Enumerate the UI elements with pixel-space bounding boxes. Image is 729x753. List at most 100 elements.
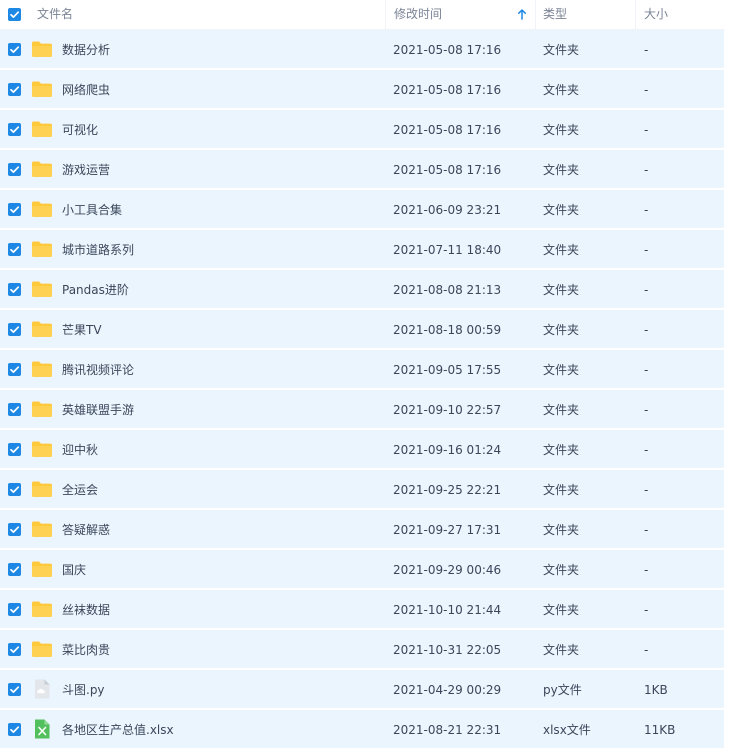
file-name[interactable]: 各地区生产总值.xlsx [62, 710, 174, 748]
file-row[interactable]: 腾讯视频评论 2021-09-05 17:55 文件夹 - [0, 350, 724, 390]
modified-time: 2021-05-08 17:16 [393, 163, 502, 177]
file-name[interactable]: 游戏运营 [62, 150, 110, 188]
file-size: 11KB [644, 723, 676, 737]
check-icon [10, 646, 20, 653]
modified-time: 2021-05-08 17:16 [393, 123, 502, 137]
file-name[interactable]: 菜比肉贵 [62, 630, 110, 668]
file-row[interactable]: 国庆 2021-09-29 00:46 文件夹 - [0, 550, 724, 590]
row-checkbox[interactable] [8, 643, 21, 656]
header-size[interactable]: 大小 [635, 0, 725, 29]
folder-icon [32, 201, 52, 217]
modified-time: 2021-09-25 22:21 [393, 483, 502, 497]
header-time-label: 修改时间 [394, 7, 443, 21]
modified-time: 2021-09-16 01:24 [393, 443, 502, 457]
check-icon [10, 326, 20, 333]
file-type: 文件夹 [543, 603, 580, 617]
modified-time: 2021-09-29 00:46 [393, 563, 502, 577]
row-checkbox[interactable] [8, 363, 21, 376]
folder-icon [32, 161, 52, 177]
file-row[interactable]: 丝袜数据 2021-10-10 21:44 文件夹 - [0, 590, 724, 630]
modified-time: 2021-08-21 22:31 [393, 723, 502, 737]
file-type: 文件夹 [543, 83, 580, 97]
file-row[interactable]: 小工具合集 2021-06-09 23:21 文件夹 - [0, 190, 724, 230]
check-icon [10, 46, 20, 53]
file-size: - [644, 563, 649, 577]
file-name[interactable]: 答疑解惑 [62, 510, 110, 548]
file-row[interactable]: 全运会 2021-09-25 22:21 文件夹 - [0, 470, 724, 510]
file-size: - [644, 443, 649, 457]
modified-time: 2021-09-27 17:31 [393, 523, 502, 537]
check-icon [10, 606, 20, 613]
file-name[interactable]: 斗图.py [62, 670, 105, 708]
select-all-checkbox[interactable] [8, 8, 21, 21]
file-size: - [644, 483, 649, 497]
row-checkbox[interactable] [8, 203, 21, 216]
file-name[interactable]: 数据分析 [62, 30, 110, 68]
file-name[interactable]: 腾讯视频评论 [62, 350, 134, 388]
file-row[interactable]: 可视化 2021-05-08 17:16 文件夹 - [0, 110, 724, 150]
header-type-label: 类型 [543, 7, 568, 21]
file-row[interactable]: 答疑解惑 2021-09-27 17:31 文件夹 - [0, 510, 724, 550]
file-name[interactable]: 小工具合集 [62, 190, 122, 228]
file-name[interactable]: 丝袜数据 [62, 590, 110, 628]
row-checkbox[interactable] [8, 683, 21, 696]
file-name[interactable]: 芒果TV [62, 310, 102, 348]
file-row[interactable]: 网络爬虫 2021-05-08 17:16 文件夹 - [0, 70, 724, 110]
file-row[interactable]: 各地区生产总值.xlsx 2021-08-21 22:31 xlsx文件 11KB [0, 710, 724, 750]
file-row[interactable]: 数据分析 2021-05-08 17:16 文件夹 - [0, 30, 724, 70]
row-checkbox[interactable] [8, 163, 21, 176]
file-size: - [644, 603, 649, 617]
row-checkbox[interactable] [8, 323, 21, 336]
check-icon [10, 446, 20, 453]
file-name[interactable]: Pandas进阶 [62, 270, 129, 308]
file-size: - [644, 203, 649, 217]
header-type[interactable]: 类型 [535, 0, 635, 29]
row-checkbox[interactable] [8, 403, 21, 416]
header-size-label: 大小 [644, 7, 669, 21]
folder-icon [32, 641, 52, 657]
file-type: 文件夹 [543, 163, 580, 177]
file-name[interactable]: 网络爬虫 [62, 70, 110, 108]
check-icon [10, 686, 20, 693]
row-checkbox[interactable] [8, 243, 21, 256]
check-icon [10, 726, 20, 733]
file-name[interactable]: 全运会 [62, 470, 98, 508]
file-name[interactable]: 国庆 [62, 550, 86, 588]
header-name[interactable]: 文件名 [37, 0, 385, 29]
file-row[interactable]: 游戏运营 2021-05-08 17:16 文件夹 - [0, 150, 724, 190]
file-row[interactable]: Pandas进阶 2021-08-08 21:13 文件夹 - [0, 270, 724, 310]
file-name[interactable]: 可视化 [62, 110, 98, 148]
row-checkbox[interactable] [8, 43, 21, 56]
file-size: 1KB [644, 683, 668, 697]
row-checkbox[interactable] [8, 723, 21, 736]
excel-file-icon [35, 719, 50, 739]
file-name[interactable]: 英雄联盟手游 [62, 390, 134, 428]
folder-icon [32, 281, 52, 297]
file-row[interactable]: 城市道路系列 2021-07-11 18:40 文件夹 - [0, 230, 724, 270]
file-size: - [644, 283, 649, 297]
row-checkbox[interactable] [8, 523, 21, 536]
row-checkbox[interactable] [8, 603, 21, 616]
file-type: 文件夹 [543, 403, 580, 417]
file-row[interactable]: 迎中秋 2021-09-16 01:24 文件夹 - [0, 430, 724, 470]
file-size: - [644, 643, 649, 657]
file-type: 文件夹 [543, 643, 580, 657]
row-checkbox[interactable] [8, 443, 21, 456]
modified-time: 2021-06-09 23:21 [393, 203, 502, 217]
file-type: 文件夹 [543, 43, 580, 57]
row-checkbox[interactable] [8, 483, 21, 496]
header-modified-time[interactable]: 修改时间 [385, 0, 535, 29]
file-type: 文件夹 [543, 563, 580, 577]
row-checkbox[interactable] [8, 563, 21, 576]
file-row[interactable]: 芒果TV 2021-08-18 00:59 文件夹 - [0, 310, 724, 350]
row-checkbox[interactable] [8, 83, 21, 96]
file-row[interactable]: 英雄联盟手游 2021-09-10 22:57 文件夹 - [0, 390, 724, 430]
check-icon [10, 366, 20, 373]
file-name[interactable]: 迎中秋 [62, 430, 98, 468]
file-name[interactable]: 城市道路系列 [62, 230, 134, 268]
file-row[interactable]: 菜比肉贵 2021-10-31 22:05 文件夹 - [0, 630, 724, 670]
row-checkbox[interactable] [8, 283, 21, 296]
file-type: xlsx文件 [543, 723, 591, 737]
file-row[interactable]: 斗图.py 2021-04-29 00:29 py文件 1KB [0, 670, 724, 710]
row-checkbox[interactable] [8, 123, 21, 136]
